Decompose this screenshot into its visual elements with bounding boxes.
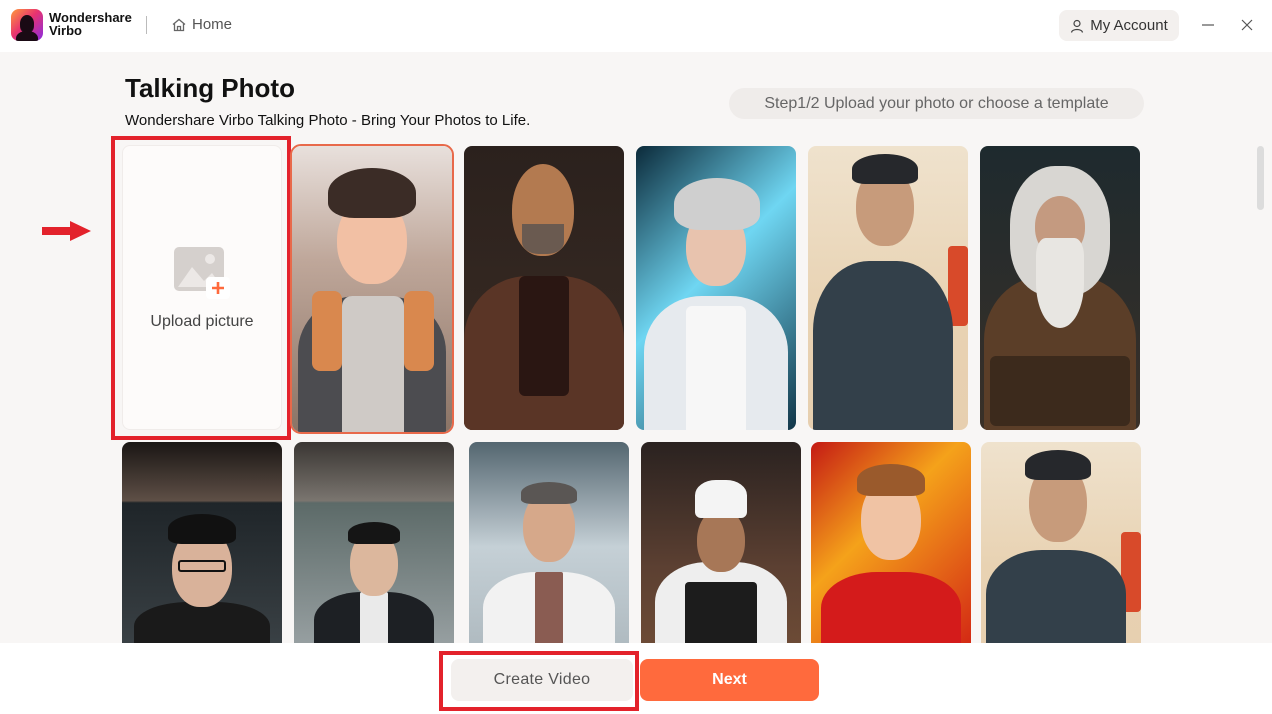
- template-card[interactable]: [464, 146, 624, 430]
- upload-picture-label: Upload picture: [150, 312, 254, 330]
- minimize-button[interactable]: [1196, 13, 1220, 37]
- template-card[interactable]: [980, 146, 1140, 430]
- template-card[interactable]: [469, 442, 629, 652]
- home-label: Home: [192, 16, 233, 33]
- template-card[interactable]: [981, 442, 1141, 652]
- template-card[interactable]: [811, 442, 971, 652]
- page-title: Talking Photo: [125, 73, 295, 103]
- minimize-icon: [1202, 24, 1214, 26]
- next-button[interactable]: Next: [640, 659, 819, 701]
- template-card[interactable]: [290, 144, 454, 434]
- add-image-icon: [174, 246, 230, 299]
- template-card[interactable]: [122, 442, 282, 652]
- annotation-arrow-icon: [42, 221, 91, 241]
- virbo-logo-icon: [11, 9, 43, 41]
- page-subtitle: Wondershare Virbo Talking Photo - Bring …: [125, 112, 531, 129]
- template-card[interactable]: [294, 442, 454, 652]
- footer-bar: [0, 643, 1272, 714]
- scrollbar-thumb[interactable]: [1257, 146, 1264, 210]
- brand-line-2: Virbo: [49, 23, 82, 38]
- home-button[interactable]: Home: [171, 16, 232, 33]
- my-account-label: My Account: [1090, 17, 1168, 34]
- upload-picture-card[interactable]: Upload picture: [122, 145, 282, 430]
- step-indicator: Step1/2 Upload your photo or choose a te…: [729, 88, 1144, 119]
- my-account-button[interactable]: My Account: [1059, 10, 1179, 41]
- divider: [146, 16, 147, 34]
- close-button[interactable]: [1235, 13, 1259, 37]
- title-bar: Wondershare Virbo Home My Account: [0, 0, 1272, 52]
- create-video-button[interactable]: Create Video: [451, 659, 633, 701]
- home-icon: [172, 18, 186, 31]
- brand-name: Wondershare Virbo: [49, 11, 132, 37]
- template-card[interactable]: [808, 146, 968, 430]
- template-card[interactable]: [636, 146, 796, 430]
- template-card[interactable]: [641, 442, 801, 652]
- user-icon: [1071, 19, 1084, 33]
- close-icon: [1241, 19, 1253, 31]
